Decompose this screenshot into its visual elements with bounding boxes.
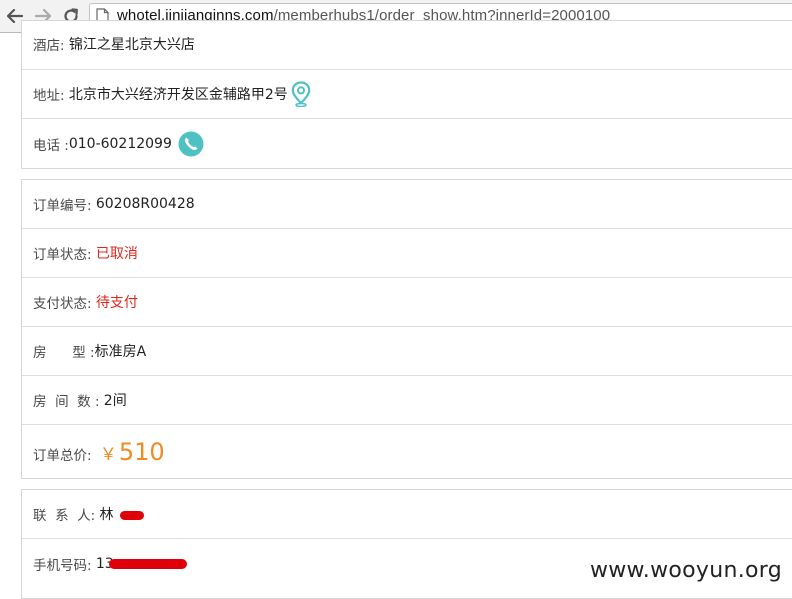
order-number-label: 订单编号: [33, 198, 96, 214]
mobile-label: 手机号码: [33, 557, 96, 574]
room-type-row: 房 型 : 标准房A [22, 327, 792, 376]
total-price: ￥510 [96, 438, 165, 466]
order-number-value: 60208R00428 [95, 196, 195, 212]
room-type-label: 房 型 : [33, 345, 95, 361]
hotel-row: 酒店: 锦江之星北京大兴店 [22, 21, 792, 70]
order-status-label: 订单状态: [33, 247, 96, 263]
hotel-info-panel: 酒店: 锦江之星北京大兴店 地址: 北京市大兴经济开发区金辅路甲2号 电话 : … [21, 20, 792, 169]
payment-status-row: 支付状态: 待支付 [22, 278, 792, 327]
phone-row: 电话 : 010-60212099 [22, 119, 792, 168]
watermark: www.wooyun.org [589, 558, 782, 583]
hotel-label: 酒店: [33, 38, 69, 54]
order-status-value: 已取消 [95, 246, 138, 262]
currency-symbol: ￥ [99, 444, 117, 465]
contact-name-value: 林 [99, 507, 114, 523]
map-pin-icon[interactable] [291, 81, 311, 107]
room-count-label: 房 间 数 : [33, 394, 104, 410]
phone-label: 电话 : [33, 137, 69, 154]
phone-value: 010-60212099 [68, 135, 172, 152]
total-price-label: 订单总价: [33, 447, 96, 464]
total-price-value: 510 [118, 437, 165, 466]
name-redaction-mark [120, 511, 144, 520]
phone-icon[interactable] [178, 131, 204, 157]
payment-status-value: 待支付 [95, 295, 138, 311]
room-type-value: 标准房A [94, 344, 147, 360]
total-price-row: 订单总价: ￥510 [22, 425, 792, 478]
contact-name-label: 联 系 人: [33, 508, 100, 524]
order-info-panel: 订单编号: 60208R00428 订单状态: 已取消 支付状态: 待支付 房 … [21, 179, 792, 479]
order-number-row: 订单编号: 60208R00428 [22, 180, 792, 229]
room-count-row: 房 间 数 : 2间 [22, 376, 792, 425]
mobile-redaction-mark [109, 559, 187, 569]
room-count-value: 2间 [103, 393, 127, 409]
address-row: 地址: 北京市大兴经济开发区金辅路甲2号 [22, 70, 792, 119]
address-label: 地址: [33, 88, 69, 104]
payment-status-label: 支付状态: [33, 296, 96, 312]
contact-name-row: 联 系 人: 林 [22, 490, 792, 539]
hotel-name: 锦江之星北京大兴店 [68, 37, 195, 53]
order-status-row: 订单状态: 已取消 [22, 229, 792, 278]
address-value: 北京市大兴经济开发区金辅路甲2号 [68, 87, 288, 103]
